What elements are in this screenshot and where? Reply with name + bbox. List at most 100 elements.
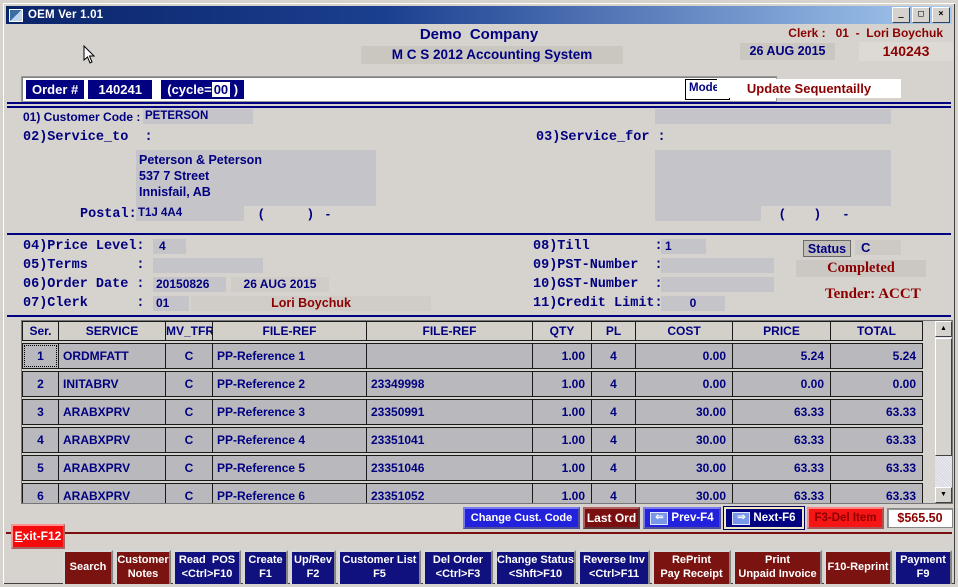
table-cell[interactable]: 30.00: [635, 399, 733, 425]
cycle-value[interactable]: 00: [212, 82, 230, 97]
table-scrollbar[interactable]: ▲ ▼: [935, 321, 952, 503]
scroll-down-icon[interactable]: ▼: [935, 487, 952, 503]
till-field[interactable]: 1: [661, 239, 706, 254]
table-cell[interactable]: 23351046: [366, 455, 533, 481]
up-rev-button[interactable]: Up/RevF2: [290, 550, 336, 586]
scroll-up-icon[interactable]: ▲: [935, 321, 952, 337]
table-cell[interactable]: 1.00: [532, 399, 592, 425]
table-cell[interactable]: C: [165, 427, 213, 453]
phone-field-left[interactable]: ()-: [259, 206, 330, 221]
create-button[interactable]: CreateF1: [243, 550, 288, 586]
table-cell[interactable]: 4: [591, 427, 636, 453]
change-cust-code-button[interactable]: Change Cust. Code: [463, 507, 580, 529]
table-cell[interactable]: ARABXPRV: [58, 427, 166, 453]
table-cell[interactable]: PP-Reference 1: [212, 343, 367, 369]
order-date-field[interactable]: 20150826: [153, 277, 226, 292]
reprint-pay-receipt-button[interactable]: RePrintPay Receipt: [652, 550, 731, 586]
price-level-field[interactable]: 4: [153, 239, 186, 254]
table-cell[interactable]: 23350991: [366, 399, 533, 425]
table-cell[interactable]: 63.33: [732, 483, 831, 504]
table-cell[interactable]: 1.00: [532, 343, 592, 369]
scrollbar-thumb[interactable]: [935, 338, 952, 456]
order-number-field[interactable]: 140241: [88, 80, 152, 99]
table-cell[interactable]: C: [165, 455, 213, 481]
table-cell[interactable]: 0.00: [635, 371, 733, 397]
table-cell[interactable]: C: [165, 483, 213, 504]
table-cell[interactable]: 63.33: [830, 483, 923, 504]
table-cell[interactable]: 1.00: [532, 371, 592, 397]
table-cell[interactable]: 1.00: [532, 455, 592, 481]
maximize-button[interactable]: □: [912, 7, 930, 23]
table-cell[interactable]: 30.00: [635, 427, 733, 453]
table-cell[interactable]: 1: [22, 343, 59, 369]
table-cell[interactable]: 2: [22, 371, 59, 397]
table-cell[interactable]: 23349998: [366, 371, 533, 397]
table-cell[interactable]: [366, 343, 533, 369]
pst-number-field[interactable]: [661, 258, 774, 273]
table-cell[interactable]: 5.24: [732, 343, 831, 369]
title-bar[interactable]: OEM Ver 1.01 _ □ ×: [6, 6, 952, 24]
table-row[interactable]: 5ARABXPRVCPP-Reference 5233510461.00430.…: [22, 455, 952, 481]
terms-field[interactable]: [153, 258, 263, 273]
del-item-button[interactable]: F3-Del Item: [807, 507, 884, 529]
last-ord-button[interactable]: Last Ord: [583, 507, 640, 529]
table-cell[interactable]: 63.33: [732, 399, 831, 425]
cycle-field[interactable]: (cycle=00 ): [161, 80, 244, 99]
credit-limit-field[interactable]: 0: [661, 296, 725, 311]
table-cell[interactable]: ORDMFATT: [58, 343, 166, 369]
change-status-button[interactable]: Change Status<Shft>F10: [495, 550, 576, 586]
table-row[interactable]: 6ARABXPRVCPP-Reference 6233510521.00430.…: [22, 483, 952, 504]
table-cell[interactable]: 0.00: [732, 371, 831, 397]
service-for-address[interactable]: [655, 150, 891, 206]
table-cell[interactable]: 63.33: [830, 427, 923, 453]
table-cell[interactable]: 0.00: [830, 371, 923, 397]
service-to-address[interactable]: Peterson & Peterson 537 7 Street Innisfa…: [136, 150, 376, 206]
table-cell[interactable]: ARABXPRV: [58, 455, 166, 481]
reverse-inv-button[interactable]: Reverse Inv<Ctrl>F11: [578, 550, 650, 586]
table-cell[interactable]: 63.33: [732, 455, 831, 481]
table-cell[interactable]: 3: [22, 399, 59, 425]
postal-field-right[interactable]: [655, 206, 761, 221]
table-row[interactable]: 1ORDMFATTCPP-Reference 11.0040.005.245.2…: [22, 343, 952, 369]
f10-reprint-button[interactable]: F10-Reprint: [824, 550, 892, 586]
prev-button[interactable]: ⇐Prev-F4: [643, 507, 721, 529]
customer-code-field[interactable]: PETERSON: [143, 109, 253, 124]
table-row[interactable]: 3ARABXPRVCPP-Reference 3233509911.00430.…: [22, 399, 952, 425]
table-cell[interactable]: PP-Reference 4: [212, 427, 367, 453]
table-cell[interactable]: 4: [591, 399, 636, 425]
line-items-table[interactable]: Ser.SERVICEMV_TFRFILE-REFFILE-REFQTYPLCO…: [21, 320, 953, 504]
print-unpaid-invoice-button[interactable]: PrintUnpaid Invoice: [733, 550, 822, 586]
table-cell[interactable]: 63.33: [830, 399, 923, 425]
table-cell[interactable]: 63.33: [732, 427, 831, 453]
table-cell[interactable]: 4: [22, 427, 59, 453]
table-cell[interactable]: INITABRV: [58, 371, 166, 397]
table-cell[interactable]: 5.24: [830, 343, 923, 369]
next-button[interactable]: ⇒Next-F6: [724, 507, 804, 529]
table-row[interactable]: 2INITABRVCPP-Reference 2233499981.0040.0…: [22, 371, 952, 397]
customer-list-button[interactable]: Customer ListF5: [338, 550, 421, 586]
table-cell[interactable]: ARABXPRV: [58, 399, 166, 425]
table-cell[interactable]: PP-Reference 5: [212, 455, 367, 481]
minimize-button[interactable]: _: [892, 7, 910, 23]
table-cell[interactable]: 0.00: [635, 343, 733, 369]
read-pos-button[interactable]: Read POS<Ctrl>F10: [173, 550, 241, 586]
table-cell[interactable]: C: [165, 343, 213, 369]
phone-field-right[interactable]: ()-: [780, 206, 848, 221]
table-cell[interactable]: 4: [591, 343, 636, 369]
del-order-button[interactable]: Del Order<Ctrl>F3: [423, 550, 493, 586]
table-cell[interactable]: 23351052: [366, 483, 533, 504]
table-cell[interactable]: 5: [22, 455, 59, 481]
table-cell[interactable]: 4: [591, 455, 636, 481]
customer-notes-button[interactable]: CustomerNotes: [115, 550, 171, 586]
table-cell[interactable]: 6: [22, 483, 59, 504]
clerk-field[interactable]: 01: [153, 296, 189, 311]
table-cell[interactable]: 1.00: [532, 483, 592, 504]
table-cell[interactable]: C: [165, 371, 213, 397]
exit-button[interactable]: Exit-F12: [11, 524, 65, 549]
table-cell[interactable]: 1.00: [532, 427, 592, 453]
table-cell[interactable]: PP-Reference 6: [212, 483, 367, 504]
table-cell[interactable]: 23351041: [366, 427, 533, 453]
table-cell[interactable]: 30.00: [635, 455, 733, 481]
table-cell[interactable]: PP-Reference 3: [212, 399, 367, 425]
customer-code-field-2[interactable]: [655, 109, 891, 124]
